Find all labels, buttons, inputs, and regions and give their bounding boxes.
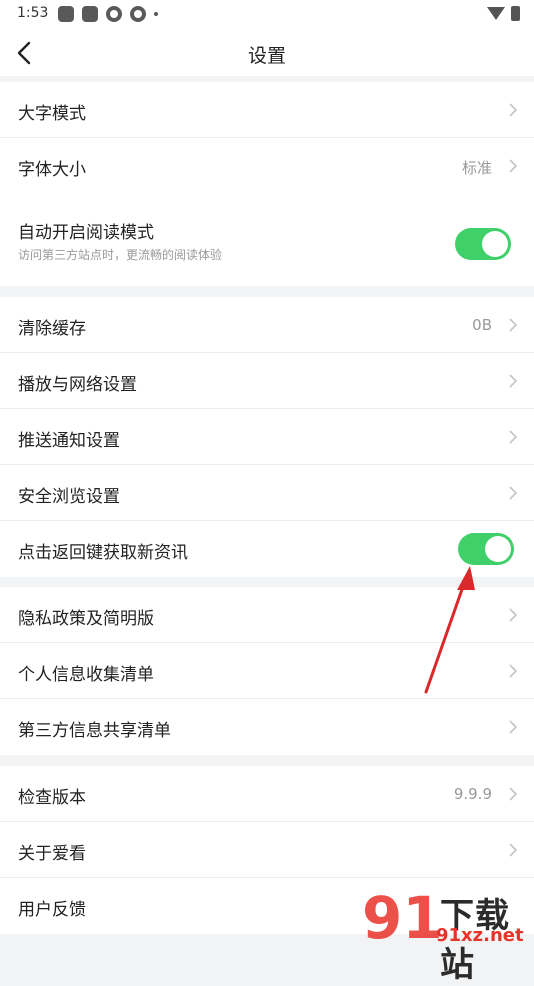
row-label: 个人信息收集清单 [18, 665, 154, 685]
auto-reading-mode-row[interactable]: 自动开启阅读模式 访问第三方站点时，更流畅的阅读体验 [0, 194, 534, 286]
watermark-domain: 91xz.net [436, 925, 524, 946]
chevron-right-icon [509, 159, 518, 173]
privacy-settings-group: 隐私政策及简明版 个人信息收集清单 第三方信息共享清单 [0, 587, 534, 755]
chevron-right-icon [509, 103, 518, 117]
aperture-icon [106, 6, 122, 22]
general-settings-group: 清除缓存 0B 播放与网络设置 推送通知设置 安全浏览设置 点击返回键获取新资讯 [0, 297, 534, 577]
push-notification-row[interactable]: 推送通知设置 [0, 409, 534, 465]
dot-icon [154, 12, 158, 16]
row-label: 用户反馈 [18, 900, 86, 920]
about-app-row[interactable]: 关于爱看 [0, 822, 534, 878]
version-value: 9.9.9 [453, 785, 492, 803]
row-label: 大字模式 [18, 104, 86, 124]
notification-icons [58, 6, 158, 22]
toggle-knob [485, 536, 511, 562]
toggle-knob [482, 231, 508, 257]
row-label: 安全浏览设置 [18, 487, 120, 507]
font-size-value: 标准 [461, 159, 492, 177]
square-icon [58, 6, 74, 22]
third-party-sharing-row[interactable]: 第三方信息共享清单 [0, 699, 534, 755]
display-settings-group: 大字模式 字体大小 标准 [0, 82, 534, 194]
chevron-right-icon [509, 664, 518, 678]
chevron-right-icon [509, 318, 518, 332]
square-icon [82, 6, 98, 22]
font-size-row[interactable]: 字体大小 标准 [0, 138, 534, 194]
battery-icon [511, 6, 520, 21]
row-label: 关于爱看 [18, 844, 86, 864]
large-font-mode-row[interactable]: 大字模式 [0, 82, 534, 138]
nav-bar: 设置 [0, 30, 534, 76]
reading-settings-group: 自动开启阅读模式 访问第三方站点时，更流畅的阅读体验 [0, 194, 534, 286]
privacy-policy-row[interactable]: 隐私政策及简明版 [0, 587, 534, 643]
row-label: 第三方信息共享清单 [18, 721, 171, 741]
check-version-row[interactable]: 检查版本 9.9.9 [0, 766, 534, 822]
cache-size-value: 0B [472, 316, 492, 334]
row-label: 字体大小 [18, 160, 86, 180]
row-label: 隐私政策及简明版 [18, 609, 154, 629]
chevron-right-icon [509, 787, 518, 801]
chevron-right-icon [509, 843, 518, 857]
aperture-icon [130, 6, 146, 22]
safe-browsing-row[interactable]: 安全浏览设置 [0, 465, 534, 521]
row-label: 播放与网络设置 [18, 375, 137, 395]
row-subtitle: 访问第三方站点时，更流畅的阅读体验 [18, 248, 223, 262]
playback-network-row[interactable]: 播放与网络设置 [0, 353, 534, 409]
personal-info-list-row[interactable]: 个人信息收集清单 [0, 643, 534, 699]
row-label: 检查版本 [18, 788, 86, 808]
row-label: 点击返回键获取新资讯 [18, 543, 188, 563]
chevron-right-icon [509, 430, 518, 444]
row-label: 自动开启阅读模式 [18, 223, 154, 243]
row-label: 清除缓存 [18, 319, 86, 339]
auto-reading-toggle[interactable] [455, 228, 511, 260]
back-key-refresh-toggle[interactable] [458, 533, 514, 565]
back-key-refresh-row[interactable]: 点击返回键获取新资讯 [0, 521, 534, 577]
chevron-right-icon [509, 486, 518, 500]
clear-cache-row[interactable]: 清除缓存 0B [0, 297, 534, 353]
status-bar: 1:53 [0, 0, 534, 30]
system-icons [487, 6, 520, 21]
svg-text:91: 91 [362, 884, 443, 946]
page-title: 设置 [247, 45, 286, 67]
chevron-right-icon [509, 608, 518, 622]
chevron-right-icon [509, 374, 518, 388]
row-label: 推送通知设置 [18, 431, 120, 451]
status-time: 1:53 [17, 5, 49, 21]
wifi-icon [487, 7, 505, 20]
chevron-right-icon [509, 720, 518, 734]
